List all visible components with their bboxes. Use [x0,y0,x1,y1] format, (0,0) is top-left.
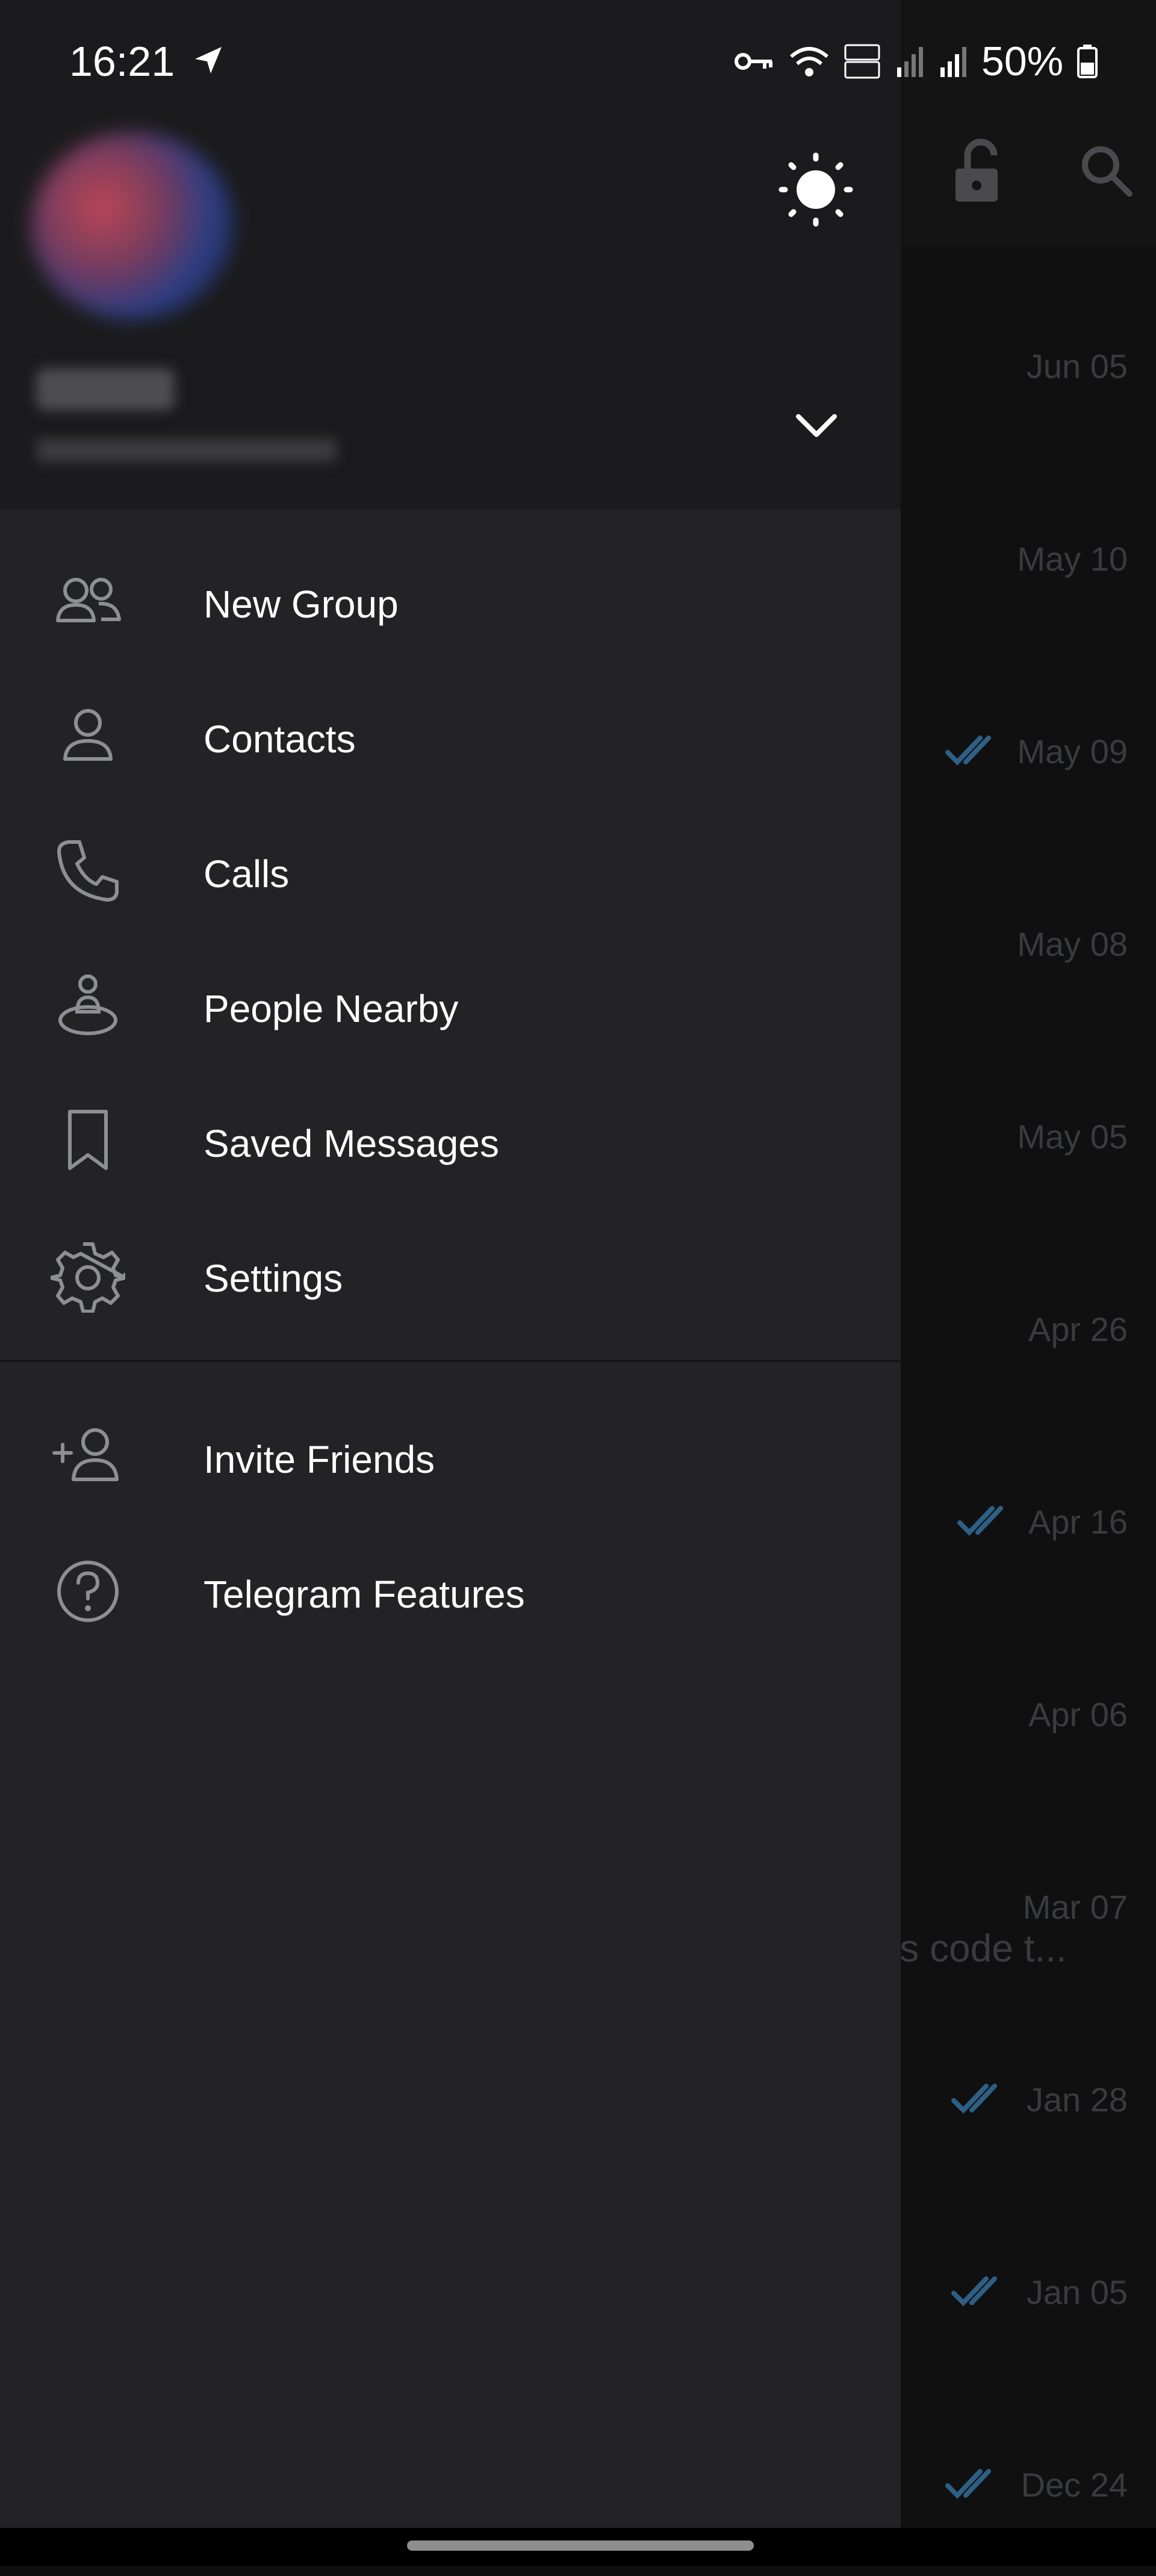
lock-icon[interactable] [952,138,1013,205]
search-icon[interactable] [1078,142,1136,200]
chat-date: Jan 28 [1026,2081,1128,2119]
menu-label: Contacts [204,717,356,761]
double-check-icon [957,1506,1003,1536]
double-check-icon [945,735,991,766]
people-icon [56,578,121,622]
battery-icon [1077,45,1098,78]
bookmark-icon [68,1110,108,1170]
double-check-icon [945,2469,991,2499]
chat-row[interactable]: Apr 26 [903,1228,1156,1420]
chat-row[interactable]: May 09 [903,650,1156,843]
wifi-icon [790,47,828,76]
menu-label: Calls [204,852,290,896]
menu-label: Telegram Features [204,1573,525,1616]
chat-date: Jun 05 [1026,347,1128,385]
chat-date: May 08 [1017,925,1128,963]
chat-row[interactable]: Jan 28 [903,1998,1156,2191]
chat-date: Apr 16 [1028,1503,1128,1541]
signal-icon [897,47,923,77]
chat-date: Jan 05 [1026,2273,1128,2311]
chat-date: Apr 26 [1028,1310,1128,1348]
navigation-drawer: 16:21 50% New Group Contacts Calls Peopl… [0,0,1098,2528]
menu-item-invite-friends[interactable]: Invite Friends [0,1389,901,1522]
menu-item-saved-messages[interactable]: Saved Messages [0,1073,901,1206]
menu-label: People Nearby [204,987,459,1030]
chat-row[interactable]: May 10 [903,457,1156,650]
status-time: 16:21 [69,38,175,85]
menu-item-people-nearby[interactable]: People Nearby [0,938,901,1071]
chat-date: May 09 [1017,732,1128,770]
menu-label: Settings [204,1257,343,1300]
add-person-icon [52,1428,119,1481]
menu-item-calls[interactable]: Calls [0,803,901,936]
status-indicators: 50% [733,37,1098,85]
help-icon [57,1561,119,1622]
chat-row[interactable]: May 05 [903,1035,1156,1228]
chat-row[interactable]: Apr 16 [903,1420,1156,1613]
chat-row[interactable]: Jan 05 [903,2191,1156,2383]
chat-row[interactable]: Jun 05 [903,265,1156,457]
chat-row[interactable]: Apr 06 [903,1613,1156,1806]
chevron-down-icon[interactable] [792,407,841,443]
menu-item-telegram-features[interactable]: Telegram Features [0,1524,901,1656]
chat-date: May 05 [1017,1118,1128,1156]
menu-item-contacts[interactable]: Contacts [0,669,901,801]
menu-label: Saved Messages [204,1122,499,1165]
battery-percentage: 50% [981,39,1064,84]
drawer-header: 16:21 50% [0,0,1098,509]
menu-label: New Group [204,583,399,626]
account-name-blurred [36,368,175,410]
home-gesture-pill[interactable] [407,2540,754,2551]
chat-date: Apr 06 [1028,1695,1128,1733]
chat-date: May 10 [1017,540,1128,578]
chat-preview: is code t... [891,1927,1067,1970]
people-nearby-icon [58,974,117,1035]
chat-date: Mar 07 [1022,1888,1128,1926]
menu-item-settings[interactable]: Settings [0,1208,901,1340]
double-check-icon [951,2276,997,2306]
menu-item-new-group[interactable]: New Group [0,534,901,666]
avatar[interactable] [31,132,234,319]
sun-icon[interactable] [777,150,855,229]
double-check-icon [951,2084,997,2114]
signal-icon [940,47,966,77]
volte-icon [844,44,880,79]
navigation-arrow-icon [195,47,222,73]
gear-icon [51,1242,125,1313]
key-icon [735,53,772,70]
account-phone-blurred [36,438,337,462]
phone-icon [57,840,119,902]
chat-date: Dec 24 [1021,2466,1128,2504]
menu-label: Invite Friends [204,1438,435,1481]
person-icon [63,709,113,761]
menu-divider [0,1360,901,1362]
chat-row[interactable]: May 08 [903,843,1156,1035]
